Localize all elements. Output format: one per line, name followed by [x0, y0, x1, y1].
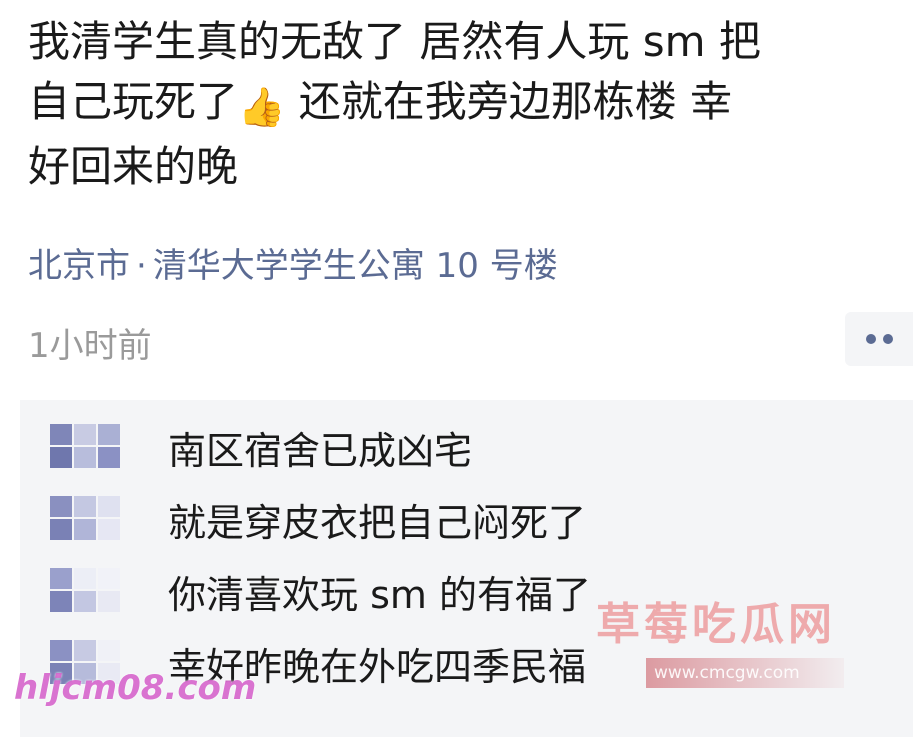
comment-text: 你清喜欢玩 sm 的有福了 [168, 573, 591, 617]
post-line-2: 自己玩死了👍 还就在我旁边那栋楼 幸 [28, 72, 898, 137]
location-link[interactable]: 北京市 · 清华大学学生公寓 10 号楼 [28, 238, 558, 287]
post-line-2-text-a: 自己玩死了 [28, 77, 239, 126]
more-dots-icon [865, 334, 876, 344]
post-line-3: 好回来的晚 [28, 142, 239, 191]
location-place: 清华大学学生公寓 10 号楼 [152, 246, 558, 286]
watermark-site-url: www.cmcgw.com [646, 658, 844, 688]
more-dots-icon [882, 334, 893, 344]
avatar[interactable] [50, 568, 120, 612]
location-city: 北京市 [28, 246, 130, 286]
avatar[interactable] [50, 424, 120, 468]
comment-text: 南区宿舍已成凶宅 [168, 429, 473, 473]
comment-text: 就是穿皮衣把自己闷死了 [168, 501, 587, 545]
avatar[interactable] [50, 496, 120, 540]
post-time: 1小时前 [28, 326, 152, 366]
comment-item[interactable]: 南区宿舍已成凶宅 [20, 412, 913, 473]
post-line-2-text-b: 还就在我旁边那栋楼 幸 [285, 77, 733, 126]
location-separator: · [136, 246, 147, 286]
comment-item[interactable]: 就是穿皮衣把自己闷死了 [20, 484, 913, 545]
watermark-site-name: 草莓吃瓜网 [596, 599, 836, 650]
post-body: 我清学生真的无敌了 居然有人玩 sm 把 自己玩死了👍 还就在我旁边那栋楼 幸 … [28, 12, 898, 197]
post-line-1: 我清学生真的无敌了 居然有人玩 sm 把 [28, 17, 761, 66]
watermark-left-mark: hljcm08.com [14, 668, 257, 708]
thumbs-up-icon: 👍 [238, 85, 286, 129]
more-button[interactable] [845, 312, 913, 366]
